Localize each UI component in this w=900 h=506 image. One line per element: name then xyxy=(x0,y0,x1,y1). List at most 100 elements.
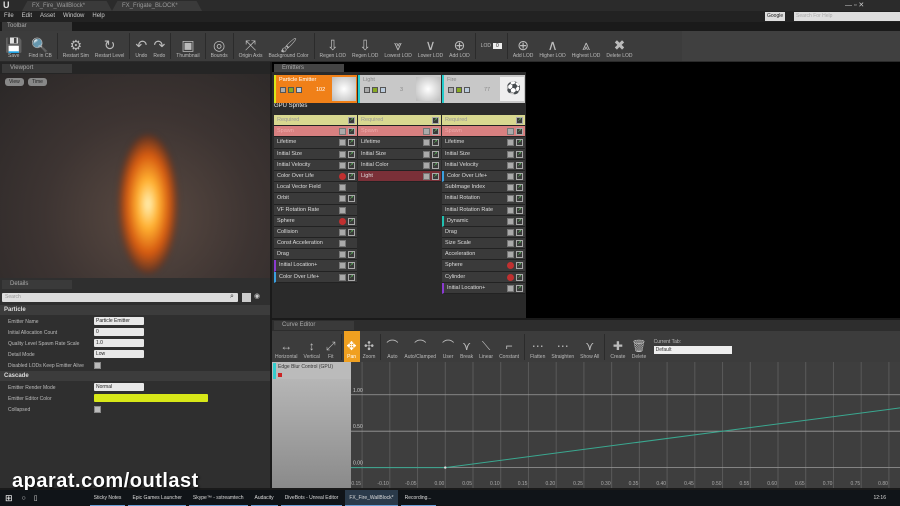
curve-graph-icon[interactable]: ↗ xyxy=(432,172,439,180)
curve-graph-icon[interactable]: ↗ xyxy=(516,184,523,192)
module-row[interactable]: Initial Size ↗ xyxy=(442,148,525,160)
curve-graph-icon[interactable]: ↗ xyxy=(516,228,523,236)
toolbar-tab[interactable]: Toolbar xyxy=(2,22,72,31)
auto-clamped-button[interactable]: ⌒ Auto/Clamped xyxy=(401,331,439,362)
module-enable-checkbox[interactable] xyxy=(339,128,346,136)
regen-lod-button[interactable]: ⇩ Regen LOD xyxy=(349,31,381,61)
module-enable-checkbox[interactable] xyxy=(339,228,346,236)
module-error-icon[interactable] xyxy=(507,262,514,270)
undo-button[interactable]: ↶ Undo xyxy=(132,31,150,61)
module-row[interactable]: SubImage Index ↗ xyxy=(442,182,525,194)
document-tab[interactable]: FX_Frigate_BLOCK* xyxy=(112,1,202,11)
emitter-toggle-icon[interactable] xyxy=(280,87,286,93)
curve-graph-icon[interactable]: ↗ xyxy=(348,251,355,259)
module-enable-checkbox[interactable] xyxy=(507,228,514,236)
module-row[interactable]: Collision ↗ xyxy=(274,226,357,239)
curve-graph-icon[interactable]: ↗ xyxy=(516,284,523,292)
module-row[interactable]: Initial Velocity ↗ xyxy=(274,159,357,171)
module-row[interactable]: Dynamic ↗ xyxy=(442,215,525,227)
curve-graph-icon[interactable]: ↗ xyxy=(348,161,355,169)
module-enable-checkbox[interactable] xyxy=(339,206,346,214)
module-enable-checkbox[interactable] xyxy=(339,139,346,147)
restart-sim-button[interactable]: ⚙ Restart Sim xyxy=(60,31,92,61)
module-row[interactable]: Initial Velocity ↗ xyxy=(442,159,525,171)
module-row[interactable]: Sphere ↗ xyxy=(274,215,357,227)
module-row[interactable]: Initial Rotation Rate ↗ xyxy=(442,204,525,216)
windows-start-icon[interactable]: ⊞ xyxy=(0,493,18,504)
module-enable-checkbox[interactable] xyxy=(507,128,514,136)
curve-graph-icon[interactable]: ↗ xyxy=(516,206,523,214)
taskbar-app[interactable]: Audacity xyxy=(250,490,278,506)
property-value-num[interactable]: 1.0 xyxy=(94,339,144,347)
module-enable-checkbox[interactable] xyxy=(507,284,514,292)
zoom-button[interactable]: ✣ Zoom xyxy=(360,331,379,362)
taskbar-app[interactable]: FX_Fire_WallBlock* xyxy=(345,490,398,506)
curve-graph-icon[interactable]: ↗ xyxy=(432,117,439,124)
property-checkbox[interactable] xyxy=(94,362,101,369)
menu-window[interactable]: Window xyxy=(59,11,88,21)
module-row[interactable]: Required ↗ xyxy=(442,115,525,127)
delete-button[interactable]: 🗑 Delete xyxy=(628,331,649,362)
module-row[interactable]: Color Over Life+ ↗ xyxy=(274,271,357,283)
linear-button[interactable]: ⟍ Linear xyxy=(476,331,496,362)
module-enable-checkbox[interactable] xyxy=(339,251,346,259)
curve-graph-icon[interactable]: ↗ xyxy=(432,128,439,136)
curve-graph-icon[interactable]: ↗ xyxy=(516,117,523,124)
emitter-toggle-icon[interactable] xyxy=(464,87,470,93)
module-enable-checkbox[interactable] xyxy=(507,184,514,192)
emitter-toggle-icon[interactable] xyxy=(448,87,454,93)
curve-graph-icon[interactable]: ↗ xyxy=(348,228,355,236)
module-row[interactable]: Sphere ↗ xyxy=(442,260,525,272)
module-enable-checkbox[interactable] xyxy=(507,139,514,147)
curve-graph-icon[interactable]: ↗ xyxy=(516,217,523,225)
module-enable-checkbox[interactable] xyxy=(507,217,514,225)
curve-graph-icon[interactable]: ↗ xyxy=(432,161,439,169)
show-all-button[interactable]: ⋎ Show All xyxy=(577,331,602,362)
current-tab-dropdown[interactable]: Default xyxy=(653,346,732,354)
curve-track[interactable]: Edge Blur Control (GPU) xyxy=(273,363,363,379)
module-row[interactable]: Spawn ↗ xyxy=(358,126,441,138)
module-row[interactable]: Initial Size ↗ xyxy=(358,148,441,160)
module-row[interactable]: Local Vector Field xyxy=(274,182,357,194)
module-enable-checkbox[interactable] xyxy=(507,195,514,203)
module-row[interactable]: Lifetime ↗ xyxy=(358,137,441,149)
thumbnail-button[interactable]: ▣ Thumbnail xyxy=(173,31,202,61)
add-lod-button[interactable]: ⊕ Add LOD xyxy=(446,31,473,61)
module-enable-checkbox[interactable] xyxy=(423,161,430,169)
details-search-input[interactable]: Search xyxy=(2,293,238,302)
module-row[interactable]: Lifetime ↗ xyxy=(274,137,357,149)
curve-graph-icon[interactable]: ↗ xyxy=(516,273,523,281)
module-enable-checkbox[interactable] xyxy=(423,128,430,136)
grid-view-icon[interactable] xyxy=(242,293,251,302)
curve-graph-icon[interactable]: ↗ xyxy=(432,139,439,147)
emitter-toggle-icon[interactable] xyxy=(380,87,386,93)
search-provider-dropdown[interactable]: Google xyxy=(765,12,786,21)
module-row[interactable]: Initial Location+ ↗ xyxy=(442,282,525,294)
curve-graph-icon[interactable]: ↗ xyxy=(432,150,439,158)
taskbar-app[interactable]: DiveBots - Unreal Editor xyxy=(280,490,343,506)
particle-section-header[interactable]: Particle xyxy=(0,305,270,315)
module-row[interactable]: VF Rotation Rate xyxy=(274,204,357,216)
find-in-cb-button[interactable]: 🔍 Find in CB xyxy=(25,31,54,61)
cascade-section-header[interactable]: Cascade xyxy=(0,371,270,381)
curve-graph-icon[interactable]: ↗ xyxy=(348,128,355,136)
module-enable-checkbox[interactable] xyxy=(507,251,514,259)
module-error-icon[interactable] xyxy=(507,273,514,281)
help-search-input[interactable]: Search For Help xyxy=(794,12,900,21)
curve-graph-icon[interactable]: ↗ xyxy=(348,150,355,158)
curve-graph-icon[interactable]: ↗ xyxy=(516,240,523,248)
lowest-lod-button[interactable]: ⩔ Lowest LOD xyxy=(381,31,415,61)
curve-graph-icon[interactable]: ↗ xyxy=(516,150,523,158)
property-value-select[interactable]: Normal xyxy=(94,383,144,391)
horizontal-button[interactable]: ↔ Horizontal xyxy=(272,331,301,362)
module-row[interactable]: Required ↗ xyxy=(274,115,357,127)
module-enable-checkbox[interactable] xyxy=(339,240,346,248)
window-controls[interactable]: — ▫ ✕ xyxy=(845,1,864,9)
module-row[interactable]: Drag ↗ xyxy=(274,249,357,261)
highest-lod-button[interactable]: ⩓ Highest LOD xyxy=(569,31,604,61)
module-row[interactable]: Orbit ↗ xyxy=(274,193,357,205)
vertical-button[interactable]: ↕ Vertical xyxy=(301,331,323,362)
curve-editor-tab[interactable]: Curve Editor xyxy=(274,321,354,330)
curve-graph-icon[interactable]: ↗ xyxy=(348,262,355,270)
module-row[interactable]: Acceleration ↗ xyxy=(442,249,525,261)
